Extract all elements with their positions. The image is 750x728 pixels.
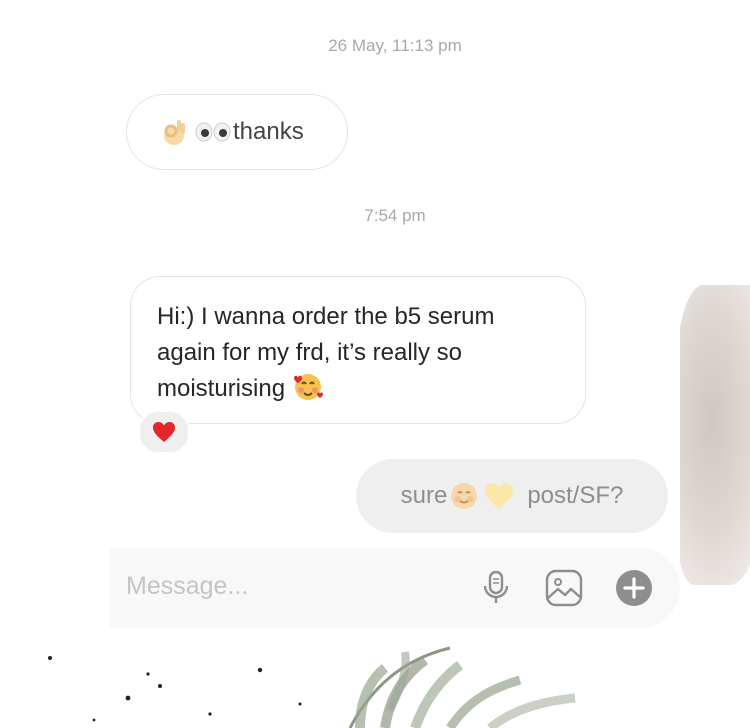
smiling-face-with-hearts-emoji-icon bbox=[294, 374, 324, 400]
message-input[interactable]: Message... bbox=[126, 572, 248, 601]
add-icon[interactable] bbox=[614, 568, 654, 608]
gallery-icon[interactable] bbox=[544, 568, 584, 608]
ok-hand-emoji-icon bbox=[164, 120, 185, 145]
message-text: thanks bbox=[233, 118, 304, 145]
message-bubble-order[interactable]: Hi:) I wanna order the b5 serum again fo… bbox=[130, 276, 586, 424]
smiling-face-emoji-icon bbox=[451, 483, 478, 509]
palm-leaf-decoration bbox=[348, 646, 576, 728]
microphone-icon[interactable] bbox=[476, 568, 516, 608]
watercolor-decoration bbox=[676, 285, 750, 585]
message-text: sure bbox=[400, 482, 448, 509]
message-text: Hi:) I wanna order the b5 serum again fo… bbox=[157, 303, 495, 402]
message-bubble-outgoing[interactable]: sure post/SF? bbox=[356, 459, 668, 533]
yellow-heart-emoji-icon bbox=[485, 483, 514, 509]
message-composer: Message... bbox=[110, 548, 680, 628]
message-text: post/SF? bbox=[527, 482, 624, 509]
reaction-badge[interactable] bbox=[138, 410, 190, 454]
message-bubble-thanks[interactable]: thanks bbox=[126, 94, 348, 170]
red-heart-icon bbox=[153, 422, 175, 442]
speckle-decoration bbox=[48, 656, 302, 722]
chat-thread: 26 May, 11:13 pm thanks 7:54 pm Hi:) I w… bbox=[110, 0, 680, 628]
timestamp: 26 May, 11:13 pm bbox=[328, 36, 462, 55]
timestamp: 7:54 pm bbox=[364, 206, 426, 225]
eyes-emoji-icon bbox=[195, 122, 231, 142]
